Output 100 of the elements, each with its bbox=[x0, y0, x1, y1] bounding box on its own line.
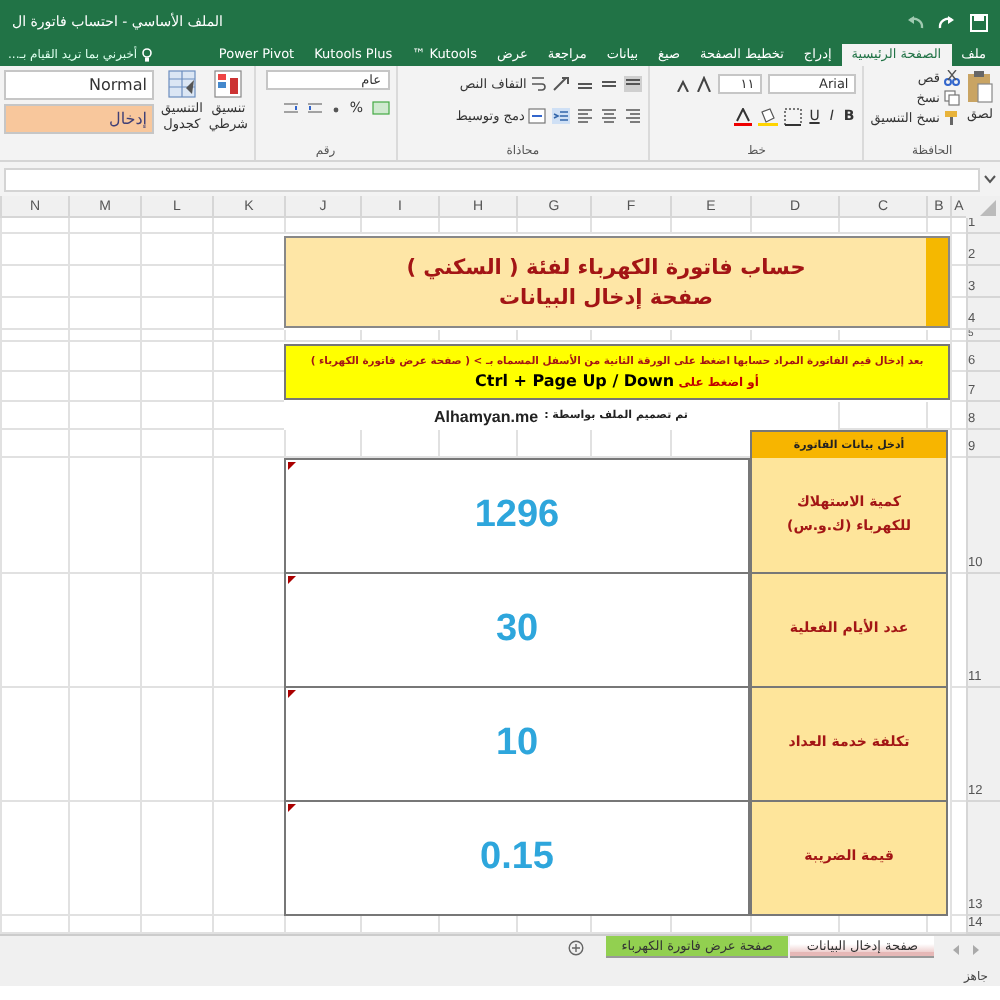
fill-color-icon[interactable] bbox=[757, 107, 778, 125]
grid-cell[interactable] bbox=[212, 330, 284, 342]
grid-cell[interactable] bbox=[284, 218, 360, 234]
grid-cell[interactable] bbox=[0, 688, 68, 802]
orientation-icon[interactable] bbox=[552, 76, 571, 92]
scissors-icon bbox=[944, 70, 960, 86]
grid-cell[interactable] bbox=[140, 342, 212, 372]
grow-font-icon[interactable] bbox=[696, 76, 713, 92]
grid-cell[interactable] bbox=[926, 330, 950, 342]
grid-cell[interactable] bbox=[68, 574, 140, 688]
formula-field[interactable] bbox=[4, 167, 980, 191]
grid-cell[interactable] bbox=[0, 430, 68, 458]
grid-cell[interactable] bbox=[670, 330, 750, 342]
grid-cell[interactable] bbox=[140, 802, 212, 916]
grid-cell[interactable] bbox=[0, 372, 68, 402]
grid-cell[interactable] bbox=[140, 266, 212, 298]
expand-caret-icon[interactable] bbox=[984, 174, 996, 184]
grid-cell[interactable] bbox=[140, 330, 212, 342]
align-top-icon[interactable] bbox=[624, 76, 643, 92]
grid-cell[interactable] bbox=[140, 372, 212, 402]
save-icon[interactable] bbox=[970, 13, 988, 31]
grid-cell[interactable] bbox=[838, 218, 926, 234]
grid-cell[interactable] bbox=[0, 342, 68, 372]
grid-cell[interactable] bbox=[0, 458, 68, 574]
grid-cell[interactable] bbox=[950, 574, 966, 688]
grid-cell[interactable] bbox=[950, 688, 966, 802]
grid-cell[interactable] bbox=[360, 218, 438, 234]
grid-cell[interactable] bbox=[360, 330, 438, 342]
grid-cell[interactable] bbox=[212, 430, 284, 458]
normal-style[interactable]: Normal bbox=[4, 70, 155, 100]
undo-icon[interactable] bbox=[906, 14, 924, 30]
grid-cell[interactable] bbox=[438, 330, 516, 342]
grid-cell[interactable] bbox=[140, 458, 212, 574]
grid-cell[interactable] bbox=[438, 218, 516, 234]
grid-cell[interactable] bbox=[926, 218, 950, 234]
grid-cell[interactable] bbox=[0, 266, 68, 298]
indent-icon[interactable] bbox=[552, 108, 571, 124]
grid-cell[interactable] bbox=[68, 298, 140, 330]
grid-cell[interactable] bbox=[140, 218, 212, 234]
select-all-icon[interactable] bbox=[966, 196, 1000, 218]
grid-cell[interactable] bbox=[0, 330, 68, 342]
align-center-icon[interactable] bbox=[600, 108, 619, 124]
grid-cell[interactable] bbox=[0, 218, 68, 234]
borders-icon[interactable] bbox=[783, 107, 802, 125]
grid-cell[interactable] bbox=[140, 688, 212, 802]
grid-cell[interactable] bbox=[590, 330, 670, 342]
input-value: 1296 bbox=[474, 494, 560, 538]
grid-cell[interactable] bbox=[212, 402, 284, 430]
grid-cell[interactable] bbox=[750, 330, 838, 342]
align-right-icon[interactable] bbox=[624, 108, 643, 124]
font-color-icon[interactable] bbox=[733, 107, 752, 125]
grid-cell[interactable] bbox=[750, 218, 838, 234]
redo-icon[interactable] bbox=[938, 14, 956, 30]
grid-cell[interactable] bbox=[68, 802, 140, 916]
grid-cell[interactable] bbox=[68, 218, 140, 234]
scroll-right-icon[interactable] bbox=[972, 944, 980, 956]
grid-cell[interactable] bbox=[68, 342, 140, 372]
grid-cell[interactable] bbox=[0, 234, 68, 266]
grid-cell[interactable] bbox=[950, 802, 966, 916]
grid-cell[interactable] bbox=[0, 298, 68, 330]
grid-cell[interactable] bbox=[0, 802, 68, 916]
decrease-decimal-icon[interactable] bbox=[281, 100, 300, 116]
grid-cell[interactable] bbox=[140, 234, 212, 266]
grid-cell[interactable] bbox=[838, 330, 926, 342]
grid-cell[interactable] bbox=[950, 458, 966, 574]
grid-cell[interactable] bbox=[590, 218, 670, 234]
grid-cell[interactable] bbox=[212, 218, 284, 234]
grid-cell[interactable] bbox=[516, 330, 590, 342]
grid-cell[interactable] bbox=[284, 330, 360, 342]
grid-cell[interactable] bbox=[68, 234, 140, 266]
align-left-icon[interactable] bbox=[576, 108, 595, 124]
increase-decimal-icon[interactable] bbox=[305, 100, 324, 116]
grid-cell[interactable] bbox=[0, 574, 68, 688]
grid-cell[interactable] bbox=[68, 266, 140, 298]
currency-icon[interactable] bbox=[371, 100, 390, 116]
grid-cell[interactable] bbox=[68, 372, 140, 402]
comment-marker-icon bbox=[288, 462, 296, 470]
brush-icon bbox=[944, 110, 960, 126]
shrink-font-icon[interactable] bbox=[676, 77, 691, 91]
grid-cell[interactable] bbox=[0, 402, 68, 430]
align-middle-icon[interactable] bbox=[600, 76, 619, 92]
grid-cell[interactable] bbox=[950, 430, 966, 458]
lightbulb-icon[interactable] bbox=[141, 48, 152, 62]
grid-cell[interactable] bbox=[950, 330, 966, 342]
grid-cell[interactable] bbox=[68, 402, 140, 430]
grid-cell[interactable] bbox=[140, 574, 212, 688]
grid-cell[interactable] bbox=[68, 430, 140, 458]
grid-cell[interactable] bbox=[68, 688, 140, 802]
grid-cell[interactable] bbox=[516, 218, 590, 234]
scroll-left-icon[interactable] bbox=[952, 944, 960, 956]
add-sheet-icon[interactable] bbox=[567, 940, 584, 956]
grid-cell[interactable] bbox=[140, 298, 212, 330]
grid-cell[interactable] bbox=[140, 402, 212, 430]
grid-cell[interactable] bbox=[68, 458, 140, 574]
grid-cell[interactable] bbox=[68, 330, 140, 342]
grid-cell[interactable] bbox=[950, 402, 966, 430]
input-style[interactable]: إدخال bbox=[4, 104, 155, 134]
grid-cell[interactable] bbox=[670, 218, 750, 234]
grid-cell[interactable] bbox=[140, 430, 212, 458]
grid-cell[interactable] bbox=[950, 218, 966, 234]
